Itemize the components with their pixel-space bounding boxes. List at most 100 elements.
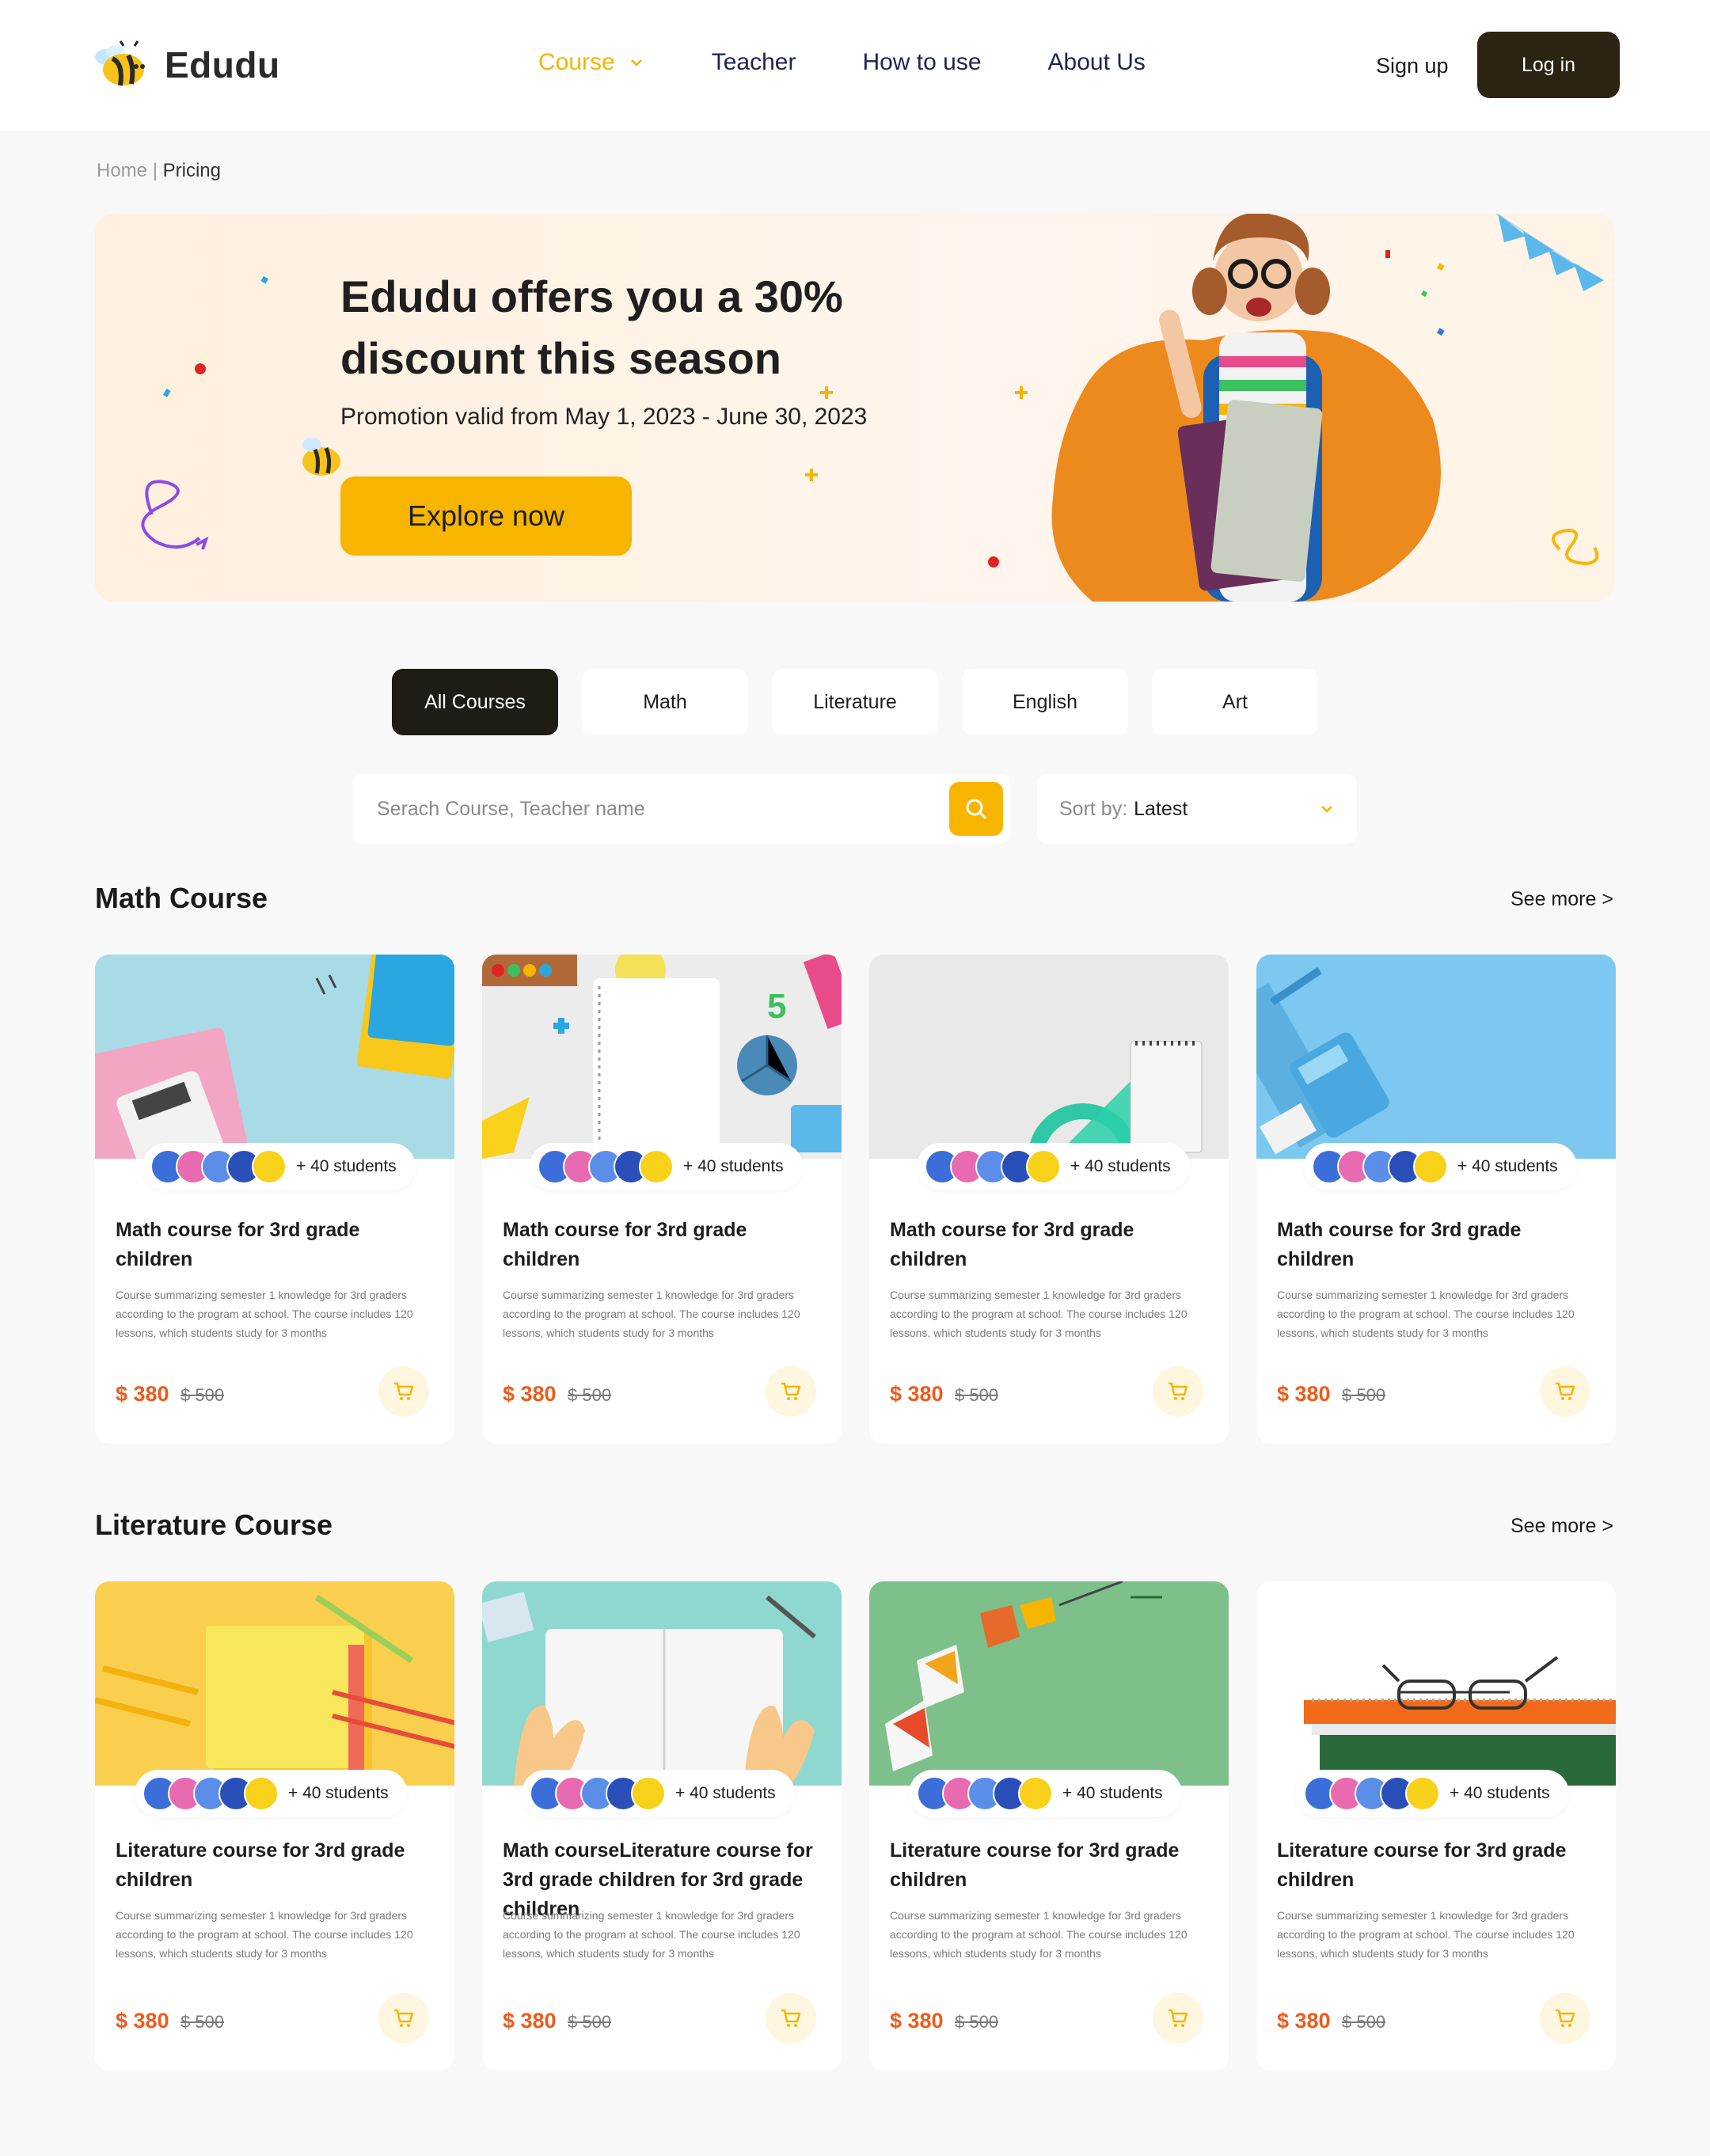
course-image [95,1581,454,1786]
section-title-literature: Literature Course [95,1509,333,1541]
course-image: 5 [482,955,842,1159]
add-to-cart-button[interactable] [766,1993,816,2044]
add-to-cart-button[interactable] [766,1366,816,1417]
course-card[interactable]: + 40 students Math courseLiterature cour… [482,1581,842,2071]
course-description: Course summarizing semester 1 knowledge … [116,1909,413,1960]
search-icon [966,799,986,819]
category-filters: All Courses Math Literature English Art [392,669,1342,735]
student-avatars [530,1776,666,1811]
course-card[interactable]: + 40 students Math course for 3rd grade … [1256,955,1616,1444]
explore-now-button[interactable]: Explore now [340,476,632,556]
students-badge: + 40 students [909,1770,1182,1817]
course-old-price: $ 500 [955,1385,999,1405]
brand-logo[interactable]: Edudu [89,40,280,90]
see-more-math[interactable]: See more > [1510,888,1613,911]
main-nav: Course Teacher How to use About Us [538,49,1212,76]
filter-english[interactable]: English [962,669,1128,735]
course-card[interactable]: + 40 students Math course for 3rd grade … [869,955,1229,1444]
nav-course-label: Course [538,49,615,75]
brand-name: Edudu [165,44,280,85]
course-price: $ 380 [1277,1382,1331,1406]
course-card[interactable]: 5 + 40 students Math course for 3rd grad… [482,955,842,1444]
students-badge: + 40 students [522,1770,795,1817]
course-old-price: $ 500 [955,2012,999,2032]
course-card[interactable]: + 40 students Literature course for 3rd … [869,1581,1229,2071]
cart-icon [1556,1382,1575,1400]
signup-link[interactable]: Sign up [1376,54,1449,78]
nav-about-us[interactable]: About Us [1048,49,1146,76]
add-to-cart-button[interactable] [1540,1993,1590,2044]
nav-how-to-use[interactable]: How to use [862,49,981,76]
bee-logo-icon [95,40,145,86]
sort-dropdown[interactable]: Sort by: Latest [1037,774,1357,844]
breadcrumb-home[interactable]: Home [97,160,147,181]
course-description: Course summarizing semester 1 knowledge … [503,1909,800,1960]
course-image [482,1581,842,1786]
add-to-cart-button[interactable] [378,1993,429,2044]
login-button[interactable]: Log in [1477,32,1620,98]
banner-title: Edudu offers you a 30% discount this sea… [340,271,843,383]
breadcrumb-current: Pricing [162,160,221,181]
cart-icon [1168,1382,1188,1400]
cart-icon [394,1382,414,1400]
course-title: Math course for 3rd grade children [1277,1219,1522,1270]
course-price: $ 380 [503,2009,557,2033]
add-to-cart-button[interactable] [1540,1366,1590,1417]
students-badge: + 40 students [530,1143,803,1190]
students-count: + 40 students [1450,1784,1550,1802]
promo-banner: Edudu offers you a 30% discount this sea… [95,214,1615,602]
students-count: + 40 students [1062,1784,1163,1802]
add-to-cart-button[interactable] [1153,1366,1203,1417]
course-image [95,955,454,1159]
course-title: Math course for 3rd grade children [116,1219,360,1270]
student-avatars [538,1149,674,1184]
site-header: Edudu Course Teacher How to use About Us… [0,0,1710,131]
course-description: Course summarizing semester 1 knowledge … [116,1289,413,1339]
sort-label: Sort by: [1059,797,1128,820]
course-title: Literature course for 3rd grade children [1277,1839,1567,1891]
course-old-price: $ 500 [1342,2012,1386,2032]
students-badge: + 40 students [1304,1143,1577,1190]
course-title: Math course for 3rd grade children [503,1219,747,1270]
students-badge: + 40 students [1296,1770,1569,1817]
course-old-price: $ 500 [568,2012,612,2032]
cart-icon [781,2009,801,2027]
filter-math[interactable]: Math [582,669,748,735]
course-price: $ 380 [116,2009,169,2033]
student-avatars [925,1149,1061,1184]
add-to-cart-button[interactable] [1153,1993,1203,2044]
search-bar [353,774,1010,844]
students-count: + 40 students [1070,1157,1171,1175]
chevron-down-icon [1321,806,1332,813]
students-badge: + 40 students [135,1770,408,1817]
student-avatars [917,1776,1053,1811]
course-description: Course summarizing semester 1 knowledge … [1277,1909,1575,1960]
course-card[interactable]: + 40 students Literature course for 3rd … [1256,1581,1616,2071]
filter-literature[interactable]: Literature [772,669,938,735]
student-avatars [1312,1149,1448,1184]
student-avatars [1304,1776,1440,1811]
student-avatars [150,1149,287,1184]
course-price: $ 380 [890,2009,944,2033]
course-title: Literature course for 3rd grade children [116,1839,405,1891]
filter-art[interactable]: Art [1152,669,1318,735]
course-image [1256,955,1616,1159]
course-image [869,955,1229,1159]
course-image [869,1581,1229,1786]
nav-course[interactable]: Course [538,49,645,76]
students-count: + 40 students [675,1784,776,1802]
add-to-cart-button[interactable] [378,1366,429,1417]
chevron-down-icon [630,59,642,66]
nav-teacher[interactable]: Teacher [712,49,796,76]
course-price: $ 380 [890,1382,944,1406]
search-input[interactable] [377,774,931,844]
students-badge: + 40 students [917,1143,1190,1190]
course-old-price: $ 500 [180,1385,225,1405]
course-card[interactable]: + 40 students Literature course for 3rd … [95,1581,454,2071]
students-badge: + 40 students [142,1143,416,1190]
course-card[interactable]: + 40 students Math course for 3rd grade … [95,955,454,1444]
course-image [1256,1581,1616,1786]
see-more-literature[interactable]: See more > [1510,1515,1613,1538]
search-button[interactable] [949,782,1003,836]
filter-all-courses[interactable]: All Courses [392,669,558,735]
